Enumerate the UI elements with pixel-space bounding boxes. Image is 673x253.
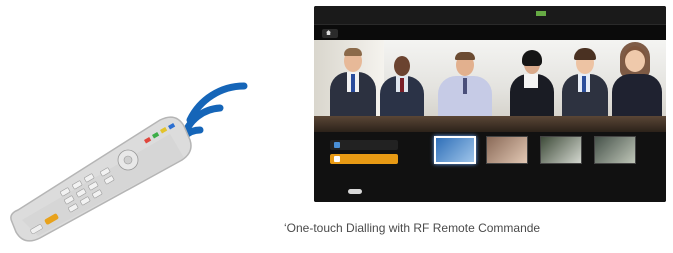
caption: ‘One-touch Dialling with RF Remote Comma… — [284, 221, 541, 235]
contact-thumbnail[interactable] — [434, 136, 476, 164]
side-menu-item-active[interactable] — [330, 154, 398, 164]
video-conference-photo — [314, 40, 666, 132]
remote-hint — [346, 189, 364, 195]
status-chip — [536, 11, 546, 16]
side-menu-item[interactable] — [330, 140, 398, 150]
tv-bottom-panel — [314, 132, 666, 202]
tv-screen — [314, 6, 666, 202]
hint-button-icon — [348, 189, 362, 195]
home-button[interactable] — [322, 29, 338, 38]
tv-top-bar — [314, 6, 666, 25]
contact-thumbnail[interactable] — [540, 136, 582, 164]
contact-thumbnail[interactable] — [594, 136, 636, 164]
contact-thumbnail[interactable] — [486, 136, 528, 164]
home-icon — [326, 30, 331, 36]
remote-control-illustration — [10, 82, 248, 242]
remote-control-icon — [10, 116, 192, 242]
conference-table — [314, 116, 666, 132]
tv-menu-item-active[interactable] — [536, 11, 548, 17]
phone-icon — [334, 156, 340, 162]
contact-icon — [334, 142, 340, 148]
